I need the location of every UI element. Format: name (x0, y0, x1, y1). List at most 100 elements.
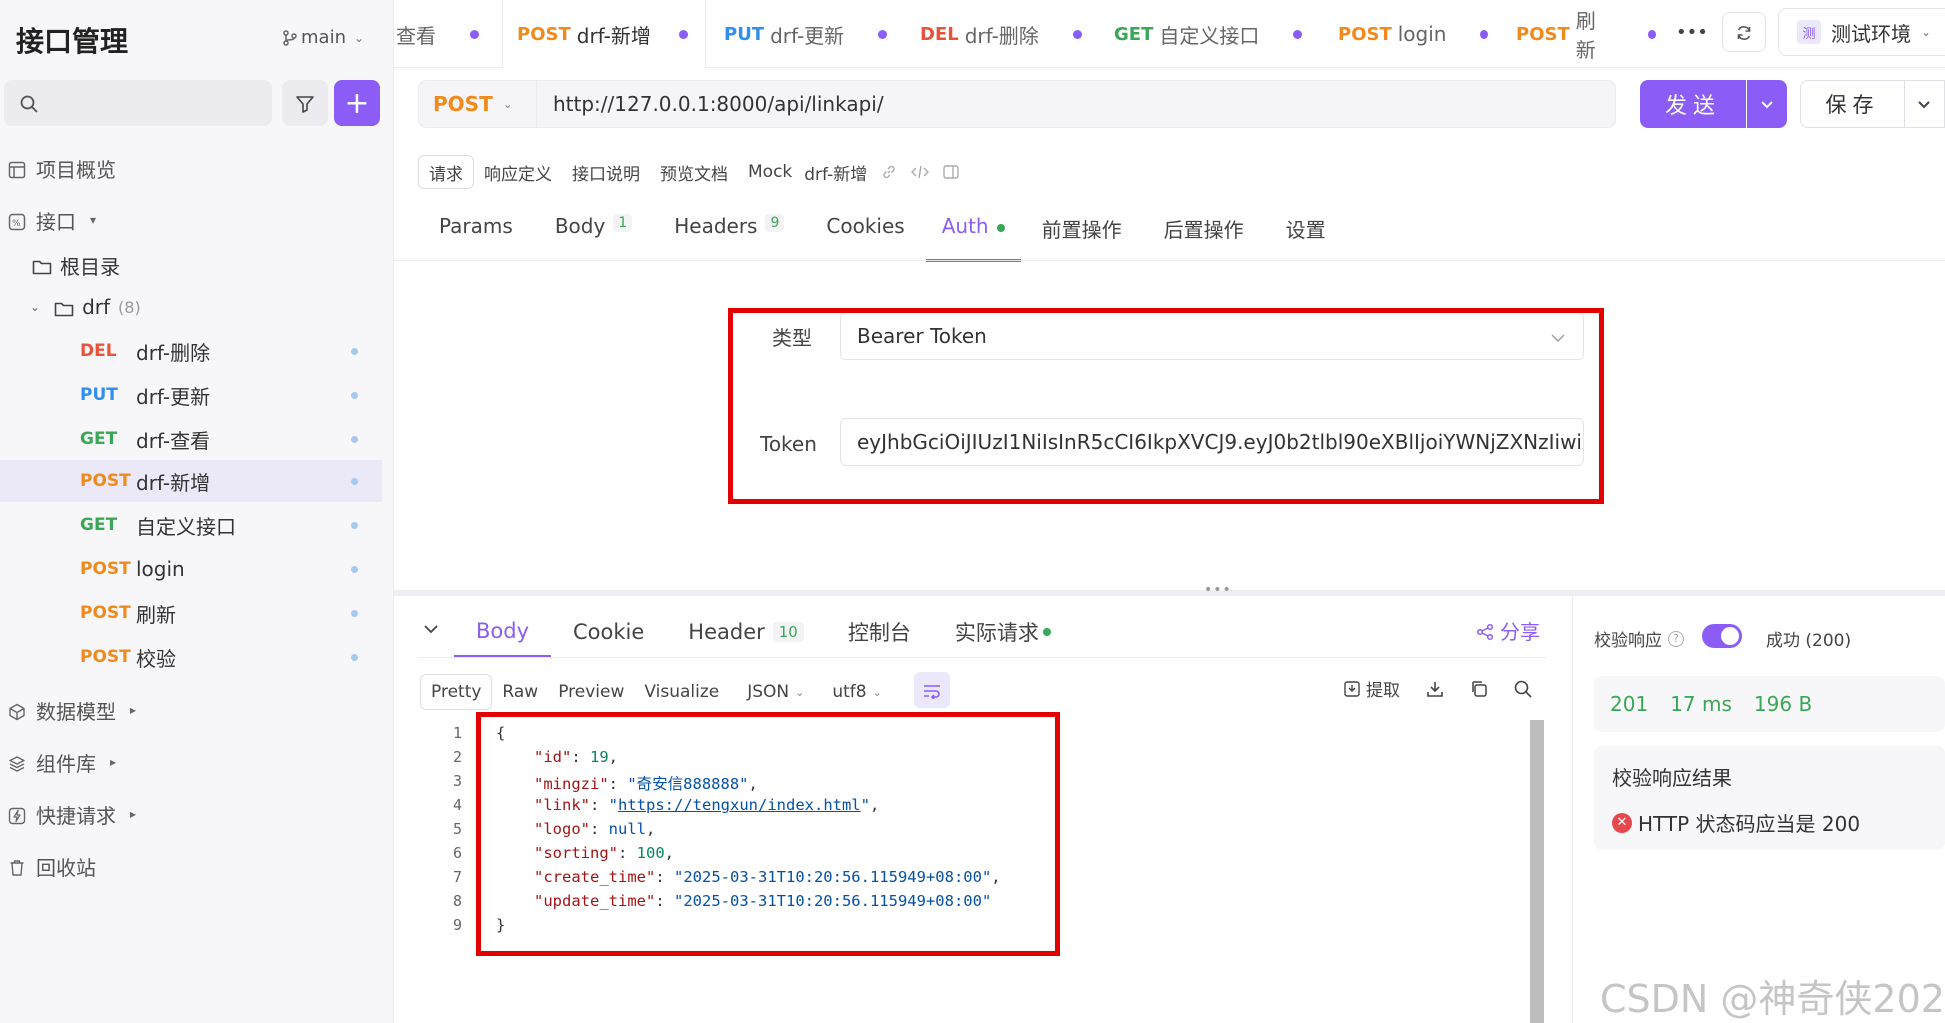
share-button[interactable]: 分享 (1476, 616, 1540, 645)
tree-item-label: drf-更新 (136, 384, 211, 409)
tree-root[interactable]: 根目录 (0, 244, 382, 286)
highlight-box (728, 308, 1604, 504)
tree-item[interactable]: GET 自定义接口 (0, 504, 382, 546)
tree-item[interactable]: DEL drf-删除 (0, 330, 382, 372)
send-button[interactable]: 发送 (1640, 80, 1746, 128)
encoding-value: utf8 (832, 682, 867, 702)
tab-params[interactable]: Params (418, 214, 534, 262)
request-tab[interactable]: PUT drf-更新 (724, 0, 894, 68)
request-tab[interactable]: GET 自定义接口 (1114, 0, 1308, 68)
editor-scrollbar[interactable] (1530, 720, 1544, 1023)
tab-body[interactable]: Body 1 (534, 214, 653, 262)
download-icon[interactable] (1426, 679, 1444, 699)
active-dot (1042, 628, 1051, 636)
status-dot (351, 347, 358, 355)
response-toolbar: 提取 (1344, 676, 1532, 701)
tree-item[interactable]: GET drf-查看 (0, 418, 382, 460)
tree-item[interactable]: POST 校验 (0, 636, 382, 678)
filter-button[interactable] (282, 80, 328, 126)
nav-components[interactable]: 组件库 ▸ (8, 742, 116, 782)
help-icon[interactable]: ? (1668, 630, 1684, 647)
environment-selector[interactable]: 测 测试环境 ⌄ (1778, 8, 1945, 56)
add-button[interactable]: + (334, 80, 380, 126)
request-tab[interactable]: POST login (1338, 0, 1488, 68)
tree-item[interactable]: PUT drf-更新 (0, 374, 382, 416)
copy-icon[interactable] (1470, 679, 1488, 699)
tree-item-active[interactable]: POST drf-新增 (0, 460, 382, 502)
validate-toggle[interactable] (1702, 624, 1742, 648)
tab-post-operations[interactable]: 后置操作 (1143, 214, 1265, 262)
method-badge: POST (80, 559, 131, 579)
tab-pre-operations[interactable]: 前置操作 (1021, 214, 1143, 262)
tab-headers[interactable]: Headers 9 (653, 214, 805, 262)
nav-quick-requests[interactable]: 快捷请求 ▸ (8, 794, 136, 834)
encoding-select[interactable]: utf8 ⌄ (822, 674, 891, 710)
format-select[interactable]: JSON ⌄ (737, 674, 814, 710)
view-pretty[interactable]: Pretty (420, 674, 493, 710)
drag-handle-icon[interactable]: ••• (1204, 582, 1232, 598)
extract-button[interactable]: 提取 (1344, 676, 1400, 701)
view-preview[interactable]: Preview (548, 674, 634, 710)
tab-post-label: 后置操作 (1163, 218, 1244, 242)
tab-response-body[interactable]: Body (454, 606, 552, 658)
view-raw[interactable]: Raw (492, 674, 548, 710)
wrap-icon (923, 679, 941, 701)
watermark: CSDN @神奇侠2024 (1600, 977, 1945, 1021)
word-wrap-button[interactable] (914, 672, 950, 708)
more-tabs-button[interactable]: ••• (1676, 22, 1708, 43)
folder-icon (32, 253, 52, 277)
save-button[interactable]: 保存 (1800, 80, 1905, 128)
tab-response-header[interactable]: Header 10 (666, 606, 826, 658)
tree-item[interactable]: POST login (0, 548, 382, 590)
active-dot (996, 223, 1005, 232)
tree-folder-drf[interactable]: ⌄ drf (8) (0, 286, 382, 328)
code-icon[interactable] (911, 162, 930, 182)
request-tab[interactable]: POST 刷新 (1516, 0, 1656, 68)
nav-recycle-bin[interactable]: 回收站 (8, 846, 96, 886)
tab-response-definition[interactable]: 响应定义 (474, 155, 562, 189)
collapse-icon[interactable] (424, 618, 438, 637)
send-options-button[interactable] (1747, 80, 1787, 128)
tab-label: 刷新 (1575, 9, 1596, 62)
line-number: 1 (452, 724, 462, 742)
count-badge: 9 (765, 214, 785, 232)
method-select-value: POST (433, 92, 493, 116)
refresh-button[interactable] (1722, 12, 1766, 52)
tab-actual-request[interactable]: 实际请求 (933, 606, 1073, 658)
tab-label: 自定义接口 (1159, 23, 1260, 48)
nav-interfaces[interactable]: % 接口 ▾ (8, 200, 96, 240)
tab-settings[interactable]: 设置 (1265, 214, 1347, 262)
request-tab[interactable]: DEL drf-删除 (920, 0, 1090, 68)
tab-console[interactable]: 控制台 (826, 606, 933, 658)
url-input[interactable] (537, 92, 1615, 116)
method-select[interactable]: POST ⌄ (419, 81, 537, 127)
save-options-button[interactable] (1904, 80, 1945, 128)
request-tab-active[interactable]: POST drf-新增 (502, 0, 706, 68)
branch-selector[interactable]: main ⌄ (283, 27, 364, 48)
param-tabs: Params Body 1 Headers 9 Cookies Auth 前置操作 … (418, 214, 1347, 262)
validation-result-message: HTTP 状态码应当是 200 (1638, 812, 1861, 836)
tab-request[interactable]: 请求 (418, 155, 474, 189)
tab-mock[interactable]: Mock (738, 155, 802, 189)
search-icon[interactable] (1514, 679, 1532, 699)
request-name: drf-新增 (804, 164, 868, 185)
search-input[interactable] (48, 92, 268, 114)
tab-console-label: 控制台 (847, 621, 911, 645)
count-badge: 1 (613, 214, 633, 232)
sub-tabs: 请求 响应定义 接口说明 预览文档 Mock drf-新增 (418, 154, 959, 190)
tab-preview-docs[interactable]: 预览文档 (650, 155, 738, 189)
tab-api-description[interactable]: 接口说明 (562, 155, 650, 189)
tree-item[interactable]: POST 刷新 (0, 592, 382, 634)
request-tab[interactable]: 查看 (396, 0, 502, 68)
nav-overview[interactable]: 项目概览 (8, 148, 116, 188)
tab-response-cookie[interactable]: Cookie (551, 606, 666, 658)
tab-cookies[interactable]: Cookies (805, 214, 925, 262)
nav-data-models[interactable]: 数据模型 ▸ (8, 690, 136, 730)
view-visualize[interactable]: Visualize (634, 674, 729, 710)
tree-item-label: 刷新 (136, 602, 176, 627)
status-dot (351, 653, 358, 661)
search-box[interactable] (4, 80, 272, 126)
split-panel-icon[interactable] (943, 162, 959, 182)
link-icon[interactable] (881, 162, 897, 182)
tab-auth[interactable]: Auth (925, 214, 1021, 262)
